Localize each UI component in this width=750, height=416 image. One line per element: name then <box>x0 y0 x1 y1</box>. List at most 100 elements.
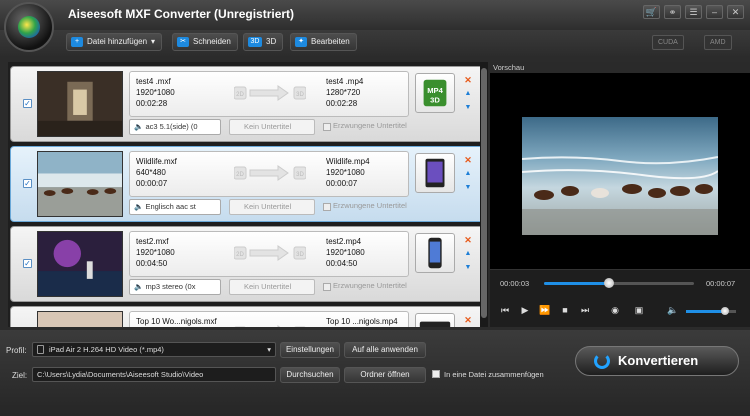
edit-button[interactable]: ✦ Bearbeiten <box>290 33 357 51</box>
cut-button[interactable]: ✂ Schneiden <box>172 33 238 51</box>
cart-icon[interactable]: 🛒 <box>643 5 660 19</box>
move-up-icon[interactable]: ▲ <box>463 89 473 99</box>
3d-label: 3D <box>296 252 304 258</box>
remove-icon[interactable]: ✕ <box>463 315 473 325</box>
volume-fill <box>686 310 726 313</box>
amd-badge[interactable]: AMD <box>704 35 732 50</box>
target-label: Ziel: <box>12 371 28 380</box>
row-controls: ✕ ▲ ▼ <box>463 235 475 277</box>
remove-icon[interactable]: ✕ <box>463 235 473 245</box>
scroll-thumb[interactable] <box>481 68 487 318</box>
move-down-icon[interactable]: ▼ <box>463 263 473 273</box>
forced-subtitle-checkbox[interactable]: Erzwungene Untertitel <box>321 279 421 295</box>
subtitle-select[interactable]: Kein Untertitel <box>229 279 315 295</box>
add-file-button[interactable]: + Datei hinzufügen ▾ <box>66 33 163 51</box>
merge-checkbox[interactable] <box>432 370 440 378</box>
speaker-icon: 🔈 <box>134 202 144 211</box>
source-name: Wildlife.mxf <box>136 157 177 166</box>
iphone-icon[interactable] <box>415 233 455 273</box>
3d-button[interactable]: 3D 3D <box>243 33 284 51</box>
output-duration: 00:04:50 <box>326 259 358 268</box>
open-folder-button[interactable]: Ordner öffnen <box>344 367 426 383</box>
source-duration: 00:04:50 <box>136 259 168 268</box>
file-thumbnail <box>37 311 123 327</box>
move-down-icon[interactable]: ▼ <box>463 103 473 113</box>
3d-label: 3D <box>296 92 304 98</box>
key-icon[interactable]: ⚭ <box>664 5 681 19</box>
file-list-scrollbar[interactable] <box>480 62 488 327</box>
minimize-button[interactable]: – <box>706 5 723 19</box>
mp4-icon[interactable]: MP4 3D <box>415 73 455 113</box>
audio-track-select[interactable]: 🔈 mp3 stereo (0x <box>129 279 221 295</box>
source-resolution: 1920*1080 <box>136 248 175 257</box>
convert-arrow-icon: 2D 3D <box>234 325 306 327</box>
volume-knob[interactable] <box>721 307 729 315</box>
previous-icon[interactable]: ⏮ <box>498 304 512 316</box>
ipad-icon[interactable] <box>415 153 455 193</box>
apply-all-button[interactable]: Auf alle anwenden <box>344 342 426 358</box>
window-title: Aiseesoft MXF Converter (Unregistriert) <box>68 7 295 21</box>
profile-select[interactable]: iPad Air 2 H.264 HD Video (*.mp4) ▾ <box>32 342 276 357</box>
source-info: test2.mxf 1920*1080 00:04:50 <box>136 236 175 269</box>
file-checkbox[interactable]: ✓ <box>23 179 32 188</box>
menu-icon[interactable]: ☰ <box>685 5 702 19</box>
move-up-icon[interactable]: ▲ <box>463 249 473 259</box>
file-checkbox[interactable]: ✓ <box>23 259 32 268</box>
forced-subtitle-checkbox[interactable]: Erzwungene Untertitel <box>321 199 421 215</box>
move-down-icon[interactable]: ▼ <box>463 183 473 193</box>
target-path-input[interactable]: C:\Users\Lydia\Documents\Aiseesoft Studi… <box>32 367 276 382</box>
magic-wand-icon: ✦ <box>295 37 307 47</box>
convert-arrow-icon: 2D 3D <box>234 245 306 261</box>
progress-knob[interactable] <box>603 278 614 288</box>
output-resolution: 1280*720 <box>326 88 361 97</box>
file-row[interactable]: ✓ Top 10 Wo...nigols.mxf 2D 3D Top 10 ..… <box>10 306 486 327</box>
source-resolution: 640*480 <box>136 168 166 177</box>
cuda-badge[interactable]: CUDA <box>652 35 684 50</box>
output-name: test4 .mp4 <box>326 77 364 86</box>
row-controls: ✕ ▲ ▼ <box>463 155 475 197</box>
toolbar: + Datei hinzufügen ▾ ✂ Schneiden 3D 3D ✦… <box>0 30 750 56</box>
browse-button[interactable]: Durchsuchen <box>280 367 340 383</box>
add-file-icon: + <box>71 37 83 47</box>
audio-track-select[interactable]: 🔈 ac3 5.1(side) (0 <box>129 119 221 135</box>
stop-icon[interactable]: ■ <box>558 304 572 316</box>
volume-slider[interactable] <box>686 307 736 315</box>
subtitle-select[interactable]: Kein Untertitel <box>229 199 315 215</box>
output-name: test2.mp4 <box>326 237 362 246</box>
tv-icon[interactable] <box>415 313 455 327</box>
source-duration: 00:00:07 <box>136 179 168 188</box>
fast-forward-icon[interactable]: ⏩ <box>538 304 552 316</box>
file-row[interactable]: ✓ Wildlife.mxf 640*480 00:00:07 2D 3D Wi… <box>10 146 486 222</box>
progress-slider[interactable] <box>544 278 694 288</box>
3d-label: 3D <box>296 172 304 178</box>
2d-label: 2D <box>236 252 244 258</box>
row-controls: ✕ ▲ ▼ <box>463 75 475 117</box>
close-button[interactable]: ✕ <box>727 5 744 19</box>
chevron-down-icon: ▾ <box>267 345 271 354</box>
source-name: test4 .mxf <box>136 77 171 86</box>
file-checkbox[interactable]: ✓ <box>23 99 32 108</box>
source-info: test4 .mxf 1920*1080 00:02:28 <box>136 76 175 109</box>
folder-icon[interactable]: ▣ <box>632 304 646 316</box>
output-duration: 00:02:28 <box>326 99 358 108</box>
preview-panel: Vorschau 00:00:03 00:00:07 ⏮ ▶ ⏩ ■ ⏭ ◉ ▣ <box>490 62 750 327</box>
remove-icon[interactable]: ✕ <box>463 155 473 165</box>
settings-button[interactable]: Einstellungen <box>280 342 340 358</box>
volume-icon[interactable]: 🔈 <box>666 304 680 316</box>
move-up-icon[interactable]: ▲ <box>463 169 473 179</box>
next-icon[interactable]: ⏭ <box>578 304 592 316</box>
output-resolution: 1920*1080 <box>326 168 365 177</box>
output-info: Wildlife.mp4 1920*1080 00:00:07 <box>326 156 370 189</box>
convert-button[interactable]: Konvertieren <box>575 346 739 376</box>
forced-subtitle-checkbox[interactable]: Erzwungene Untertitel <box>321 119 421 135</box>
audio-track-select[interactable]: 🔈 Englisch aac st <box>129 199 221 215</box>
file-row[interactable]: ✓ test4 .mxf 1920*1080 00:02:28 2D 3D te… <box>10 66 486 142</box>
2d-label: 2D <box>236 172 244 178</box>
remove-icon[interactable]: ✕ <box>463 75 473 85</box>
play-icon[interactable]: ▶ <box>518 304 532 316</box>
file-row[interactable]: ✓ test2.mxf 1920*1080 00:04:50 2D 3D tes… <box>10 226 486 302</box>
snapshot-icon[interactable]: ◉ <box>608 304 622 316</box>
preview-video <box>522 117 718 235</box>
subtitle-select[interactable]: Kein Untertitel <box>229 119 315 135</box>
source-name: test2.mxf <box>136 237 169 246</box>
